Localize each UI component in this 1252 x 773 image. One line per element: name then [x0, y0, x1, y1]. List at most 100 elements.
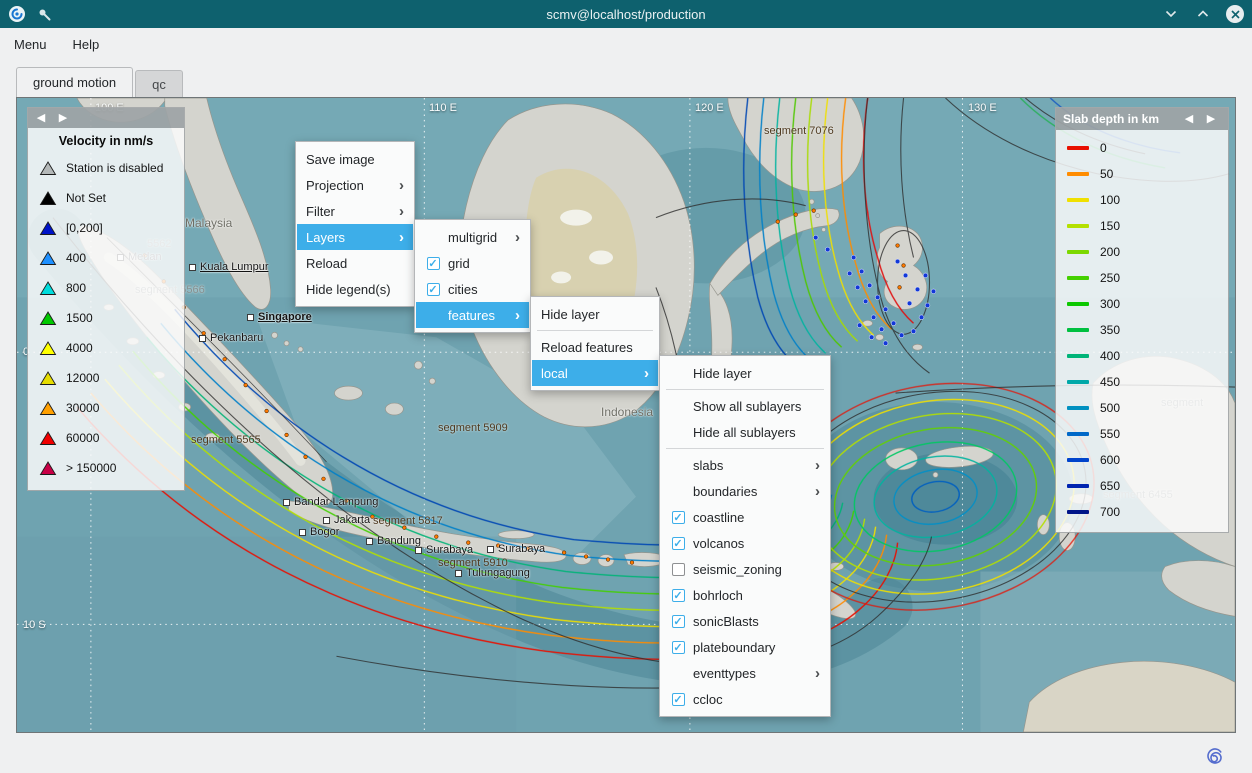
legend-item-label: 150 [1100, 219, 1120, 233]
menu-item-label: plateboundary [693, 640, 820, 655]
menu-item-save-image[interactable]: Save image [297, 146, 413, 172]
menu-item-hide-layer[interactable]: Hide layer [661, 360, 829, 386]
close-button[interactable] [1226, 5, 1244, 23]
menu-item-bohrloch[interactable]: ✓bohrloch [661, 582, 829, 608]
station-triangle-icon [39, 220, 57, 236]
submenu-arrow-icon: › [815, 484, 820, 499]
menu-item-icon-slot: ✓ [670, 691, 686, 707]
pin-icon[interactable] [35, 5, 53, 23]
legend-item: 300 [1056, 291, 1228, 317]
app-icon[interactable] [8, 5, 26, 23]
tab-ground-motion[interactable]: ground motion [16, 67, 133, 97]
legend-item: 650 [1056, 473, 1228, 499]
menu-item-icon-slot [670, 365, 686, 381]
menu-item-label: grid [448, 256, 520, 271]
menu-item-seismic-zoning[interactable]: seismic_zoning [661, 556, 829, 582]
menu-item-slabs[interactable]: slabs› [661, 452, 829, 478]
legend-item-label: [0,200] [66, 221, 103, 235]
menu-item-label: slabs [693, 458, 808, 473]
legend-item: 700 [1056, 499, 1228, 525]
checkbox-checked-icon: ✓ [672, 641, 685, 654]
legend-item-label: Not Set [66, 191, 106, 205]
legend-item: 600 [1056, 447, 1228, 473]
menu-item-features[interactable]: features› [416, 302, 529, 328]
menu-item-ccloc[interactable]: ✓ccloc [661, 686, 829, 712]
menubar: Menu Help [0, 28, 1252, 60]
legend-item-label: 400 [1100, 349, 1120, 363]
tab-qc[interactable]: qc [135, 70, 183, 97]
slab-legend: Slab depth in km ◀ ▶ 0501001502002503003… [1055, 107, 1229, 533]
station-triangle-icon [39, 400, 57, 416]
menubar-item-menu[interactable]: Menu [14, 37, 47, 52]
map-viewport[interactable]: 100 E110 E120 E130 E010 SMalaysiaMedanKu… [16, 97, 1236, 733]
menu-item-hide-all-sublayers[interactable]: Hide all sublayers [661, 419, 829, 445]
legend-item: 60000 [28, 423, 184, 453]
legend-item-label: > 150000 [66, 461, 116, 475]
legend-item-label: 100 [1100, 193, 1120, 207]
depth-color-swatch [1067, 432, 1089, 436]
depth-color-swatch [1067, 380, 1089, 384]
menu-item-projection[interactable]: Projection› [297, 172, 413, 198]
legend-prev-button[interactable]: ◀ [31, 108, 51, 128]
menu-item-filter[interactable]: Filter› [297, 198, 413, 224]
station-triangle-icon [39, 460, 57, 476]
depth-color-swatch [1067, 458, 1089, 462]
window-controls [1162, 5, 1244, 23]
menu-item-boundaries[interactable]: boundaries› [661, 478, 829, 504]
depth-color-swatch [1067, 510, 1089, 514]
legend-item-label: 0 [1100, 141, 1107, 155]
menu-item-coastline[interactable]: ✓coastline [661, 504, 829, 530]
submenu-arrow-icon: › [399, 204, 404, 219]
menu-item-icon-slot: ✓ [670, 535, 686, 551]
legend-item: 450 [1056, 369, 1228, 395]
menu-item-multigrid[interactable]: multigrid› [416, 224, 529, 250]
menu-item-reload[interactable]: Reload [297, 250, 413, 276]
menu-item-grid[interactable]: ✓grid [416, 250, 529, 276]
station-triangle-icon [39, 340, 57, 356]
menu-item-icon-slot: ✓ [670, 587, 686, 603]
menu-item-volcanos[interactable]: ✓volcanos [661, 530, 829, 556]
legend-item: 150 [1056, 213, 1228, 239]
menu-item-plateboundary[interactable]: ✓ plateboundary [661, 634, 829, 660]
menu-item-sonicblasts[interactable]: ✓sonicBlasts [661, 608, 829, 634]
legend-item-label: 1500 [66, 311, 93, 325]
menu-item-icon-slot [670, 483, 686, 499]
station-triangle-icon [39, 190, 57, 206]
menubar-item-help[interactable]: Help [73, 37, 100, 52]
depth-color-swatch [1067, 146, 1089, 150]
depth-color-swatch [1067, 354, 1089, 358]
checkbox-checked-icon: ✓ [672, 511, 685, 524]
submenu-arrow-icon: › [644, 366, 649, 381]
velocity-legend: ◀ ▶ Velocity in nm/s Station is disabled… [27, 107, 185, 491]
minimize-button[interactable] [1162, 5, 1180, 23]
menu-separator [537, 330, 653, 331]
legend-item-label: 200 [1100, 245, 1120, 259]
station-triangle-icon [39, 280, 57, 296]
menu-item-cities[interactable]: ✓cities [416, 276, 529, 302]
legend-prev-button[interactable]: ◀ [1179, 109, 1199, 129]
menu-item-layers[interactable]: Layers› [297, 224, 413, 250]
station-triangle-icon [39, 370, 57, 386]
legend-item: 0 [1056, 135, 1228, 161]
legend-item: 400 [1056, 343, 1228, 369]
maximize-button[interactable] [1194, 5, 1212, 23]
menu-item-reload-features[interactable]: Reload features [532, 334, 658, 360]
menu-item-show-all-sublayers[interactable]: Show all sublayers [661, 393, 829, 419]
menu-item-hide-layer[interactable]: Hide layer [532, 301, 658, 327]
legend-item: Not Set [28, 183, 184, 213]
menu-item-icon-slot: ✓ [670, 613, 686, 629]
station-triangle-icon [39, 310, 57, 326]
checkbox-checked-icon: ✓ [672, 537, 685, 550]
legend-next-button[interactable]: ▶ [1201, 109, 1221, 129]
menu-item-label: seismic_zoning [693, 562, 820, 577]
legend-item: [0,200] [28, 213, 184, 243]
menu-item-icon-slot: ✓ [670, 639, 686, 655]
menu-item-eventtypes[interactable]: eventtypes› [661, 660, 829, 686]
legend-item-label: 50 [1100, 167, 1113, 181]
menu-item-local[interactable]: local› [532, 360, 658, 386]
legend-next-button[interactable]: ▶ [53, 108, 73, 128]
menu-item-icon-slot: ✓ [425, 281, 441, 297]
legend-item-label: 350 [1100, 323, 1120, 337]
depth-color-swatch [1067, 198, 1089, 202]
menu-item-hide-legend-s[interactable]: Hide legend(s) [297, 276, 413, 302]
